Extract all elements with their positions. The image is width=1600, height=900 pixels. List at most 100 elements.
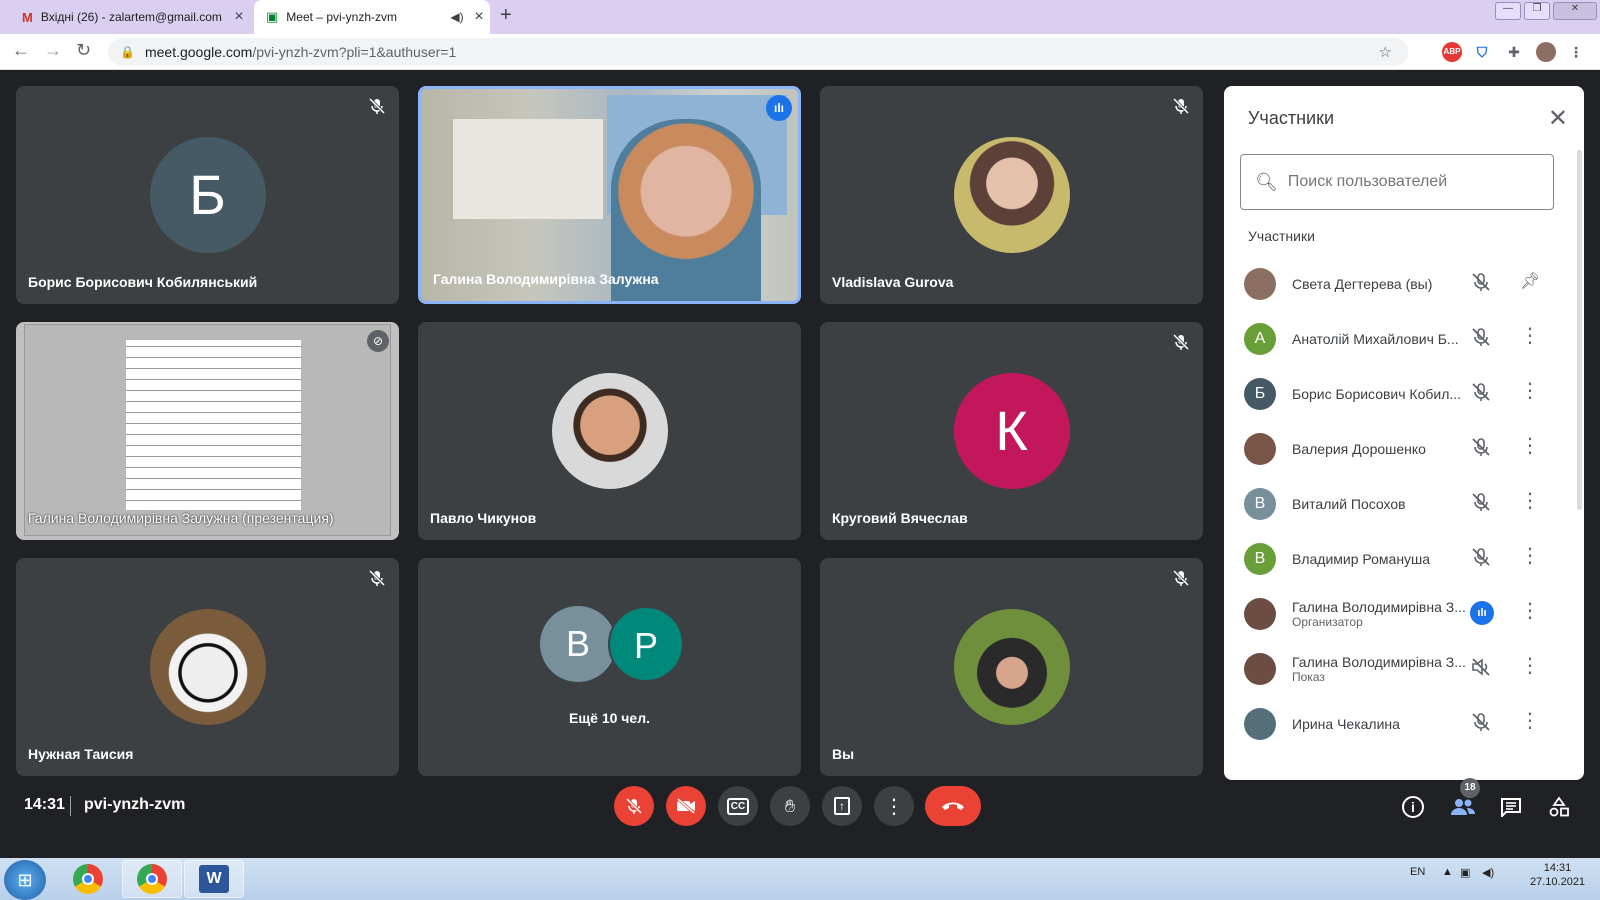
forward-icon[interactable]: → xyxy=(44,40,62,61)
minimize-button[interactable]: — xyxy=(1495,2,1521,20)
activities-icon[interactable] xyxy=(1546,794,1572,820)
section-header: Участники xyxy=(1248,228,1315,244)
avatar: В xyxy=(1244,542,1276,575)
mic-toggle-button[interactable] xyxy=(614,786,654,826)
mic-off-icon xyxy=(1172,569,1190,587)
chrome-taskbar-icon[interactable] xyxy=(58,860,118,898)
address-bar[interactable]: 🔒 meet.google.com/pvi-ynzh-zvm?pli=1&aut… xyxy=(108,38,1408,66)
participant-list: Света Дегтерева (вы) 📌︎ А Анатолій Михайлов… xyxy=(1224,256,1570,751)
start-button[interactable]: ⊞ xyxy=(4,860,46,900)
participant-row[interactable]: Б Борис Борисович Кобил... ⋮ xyxy=(1224,366,1570,421)
more-vert-icon[interactable]: ⋮ xyxy=(1520,378,1540,403)
network-icon[interactable]: ▣ xyxy=(1460,866,1470,879)
participant-row[interactable]: А Анатолій Михайлович Б... ⋮ xyxy=(1224,311,1570,366)
tray-arrow-icon[interactable]: ▲ xyxy=(1442,866,1453,878)
raise-hand-button[interactable]: ✋︎ xyxy=(770,786,810,826)
camera-off-icon xyxy=(677,797,695,815)
participant-tile[interactable]: Б Борис Борисович Кобилянський xyxy=(16,86,399,304)
participant-row[interactable]: Валерия Дорошенко ⋮ xyxy=(1224,421,1570,476)
chat-icon[interactable] xyxy=(1498,794,1524,820)
mic-off-icon xyxy=(1172,333,1190,351)
mic-off-icon: ⊘ xyxy=(367,330,389,352)
lock-icon[interactable]: 🔒 xyxy=(120,45,135,59)
word-taskbar-icon[interactable]: W xyxy=(184,860,244,898)
mic-off-icon xyxy=(1172,97,1190,115)
close-tab-icon[interactable]: × xyxy=(228,8,250,26)
participant-tile-speaking[interactable]: ılı Галина Володимирівна Залужна xyxy=(418,86,801,304)
participant-tile[interactable]: Нужная Таисия xyxy=(16,558,399,776)
reload-icon[interactable]: ↻ xyxy=(76,40,91,61)
pin-icon[interactable]: 📌︎ xyxy=(1520,271,1540,291)
participant-name: Ирина Чекалина xyxy=(1292,715,1400,732)
participant-tile[interactable]: К Круговий Вячеслав xyxy=(820,322,1203,540)
back-icon[interactable]: ← xyxy=(12,40,30,61)
search-input[interactable] xyxy=(1287,173,1528,191)
puzzle-icon[interactable]: ✚ xyxy=(1504,42,1524,62)
participant-row[interactable]: Галина Володимирівна З... Показ ⋮ xyxy=(1224,641,1570,696)
restore-button[interactable]: ❐ xyxy=(1524,2,1550,20)
search-box[interactable]: 🔍︎ xyxy=(1240,154,1554,210)
mic-off-icon xyxy=(1470,436,1492,458)
captions-button[interactable]: CC xyxy=(718,786,758,826)
tab-gmail[interactable]: M Вхідні (26) - zalartem@gmail.com × xyxy=(10,0,250,34)
presentation-tile[interactable]: ⊘ Галина Володимирівна Залужна (презента… xyxy=(16,322,399,540)
info-icon[interactable]: i xyxy=(1400,794,1426,820)
meeting-time: 14:31 xyxy=(24,796,65,813)
more-vert-icon[interactable]: ⋮ xyxy=(1520,708,1540,733)
participant-row[interactable]: В Владимир Романуша ⋮ xyxy=(1224,531,1570,586)
present-screen-button[interactable]: ↑ xyxy=(822,786,862,826)
tab-meet[interactable]: ▣ Meet – pvi-ynzh-zvm ◀) × xyxy=(254,0,490,34)
more-participants-label: Ещё 10 чел. xyxy=(569,710,650,726)
camera-toggle-button[interactable] xyxy=(666,786,706,826)
shield-icon[interactable]: ⛉ xyxy=(1472,42,1492,62)
close-tab-icon[interactable]: × xyxy=(468,8,490,26)
profile-avatar[interactable] xyxy=(1536,42,1556,62)
more-vert-icon[interactable]: ⋮ xyxy=(1520,488,1540,513)
more-vert-icon[interactable]: ⋮ xyxy=(1520,598,1540,623)
sound-off-icon xyxy=(1470,656,1492,678)
tray-time: 14:31 xyxy=(1543,862,1572,874)
more-vert-icon[interactable]: ⋮ xyxy=(1520,323,1540,348)
self-tile[interactable]: Вы xyxy=(820,558,1203,776)
volume-icon[interactable]: ◀) xyxy=(1482,866,1494,879)
avatar: Б xyxy=(149,137,266,253)
language-indicator[interactable]: EN xyxy=(1410,866,1425,878)
mic-off-icon xyxy=(1470,711,1492,733)
divider xyxy=(70,796,71,816)
more-vert-icon[interactable]: ⋮ xyxy=(1520,433,1540,458)
document-page xyxy=(126,340,301,510)
more-vert-icon[interactable]: ⋮ xyxy=(1520,653,1540,678)
avatar xyxy=(149,609,266,725)
panel-scrollbar[interactable] xyxy=(1577,150,1582,510)
abp-icon[interactable]: ABP xyxy=(1442,42,1462,62)
leave-call-button[interactable] xyxy=(925,786,981,826)
people-icon[interactable] xyxy=(1450,794,1476,820)
speaking-indicator-icon: ılı xyxy=(1470,601,1494,625)
participant-row[interactable]: В Виталий Посохов ⋮ xyxy=(1224,476,1570,531)
new-tab-button[interactable]: + xyxy=(500,4,512,27)
speaker-icon[interactable]: ◀) xyxy=(446,10,468,24)
close-window-button[interactable]: ✕ xyxy=(1553,2,1597,20)
participant-name: Света Дегтерева (вы) xyxy=(1292,275,1433,292)
chrome-window-taskbar-icon[interactable] xyxy=(122,860,182,898)
more-participants-tile[interactable]: В Р Ещё 10 чел. xyxy=(418,558,801,776)
participant-tile[interactable]: Павло Чикунов xyxy=(418,322,801,540)
mic-off-icon xyxy=(1470,326,1492,348)
gmail-icon: M xyxy=(22,9,33,25)
participant-row[interactable]: Ирина Чекалина ⋮ xyxy=(1224,696,1570,751)
menu-icon[interactable]: ⋮ xyxy=(1566,42,1586,62)
avatar xyxy=(1244,652,1276,685)
wall-poster xyxy=(453,119,603,219)
avatar xyxy=(953,609,1070,725)
participant-row[interactable]: Галина Володимирівна З... Организатор ılı ⋮ xyxy=(1224,586,1570,641)
participant-tile[interactable]: Vladislava Gurova xyxy=(820,86,1203,304)
participant-name: Борис Борисович Кобилянський xyxy=(28,274,258,290)
participant-info: Галина Володимирівна З... Организатор xyxy=(1292,599,1468,629)
close-panel-icon[interactable]: ✕ xyxy=(1548,104,1568,133)
more-vert-icon[interactable]: ⋮ xyxy=(1520,543,1540,568)
participant-name: Галина Володимирівна Залужна (презентаци… xyxy=(28,510,334,526)
participant-row[interactable]: Света Дегтерева (вы) 📌︎ xyxy=(1224,256,1570,311)
tray-clock[interactable]: 14:31 27.10.2021 xyxy=(1530,862,1585,888)
star-icon[interactable]: ☆ xyxy=(1379,43,1392,61)
more-options-button[interactable]: ⋮ xyxy=(874,786,914,826)
